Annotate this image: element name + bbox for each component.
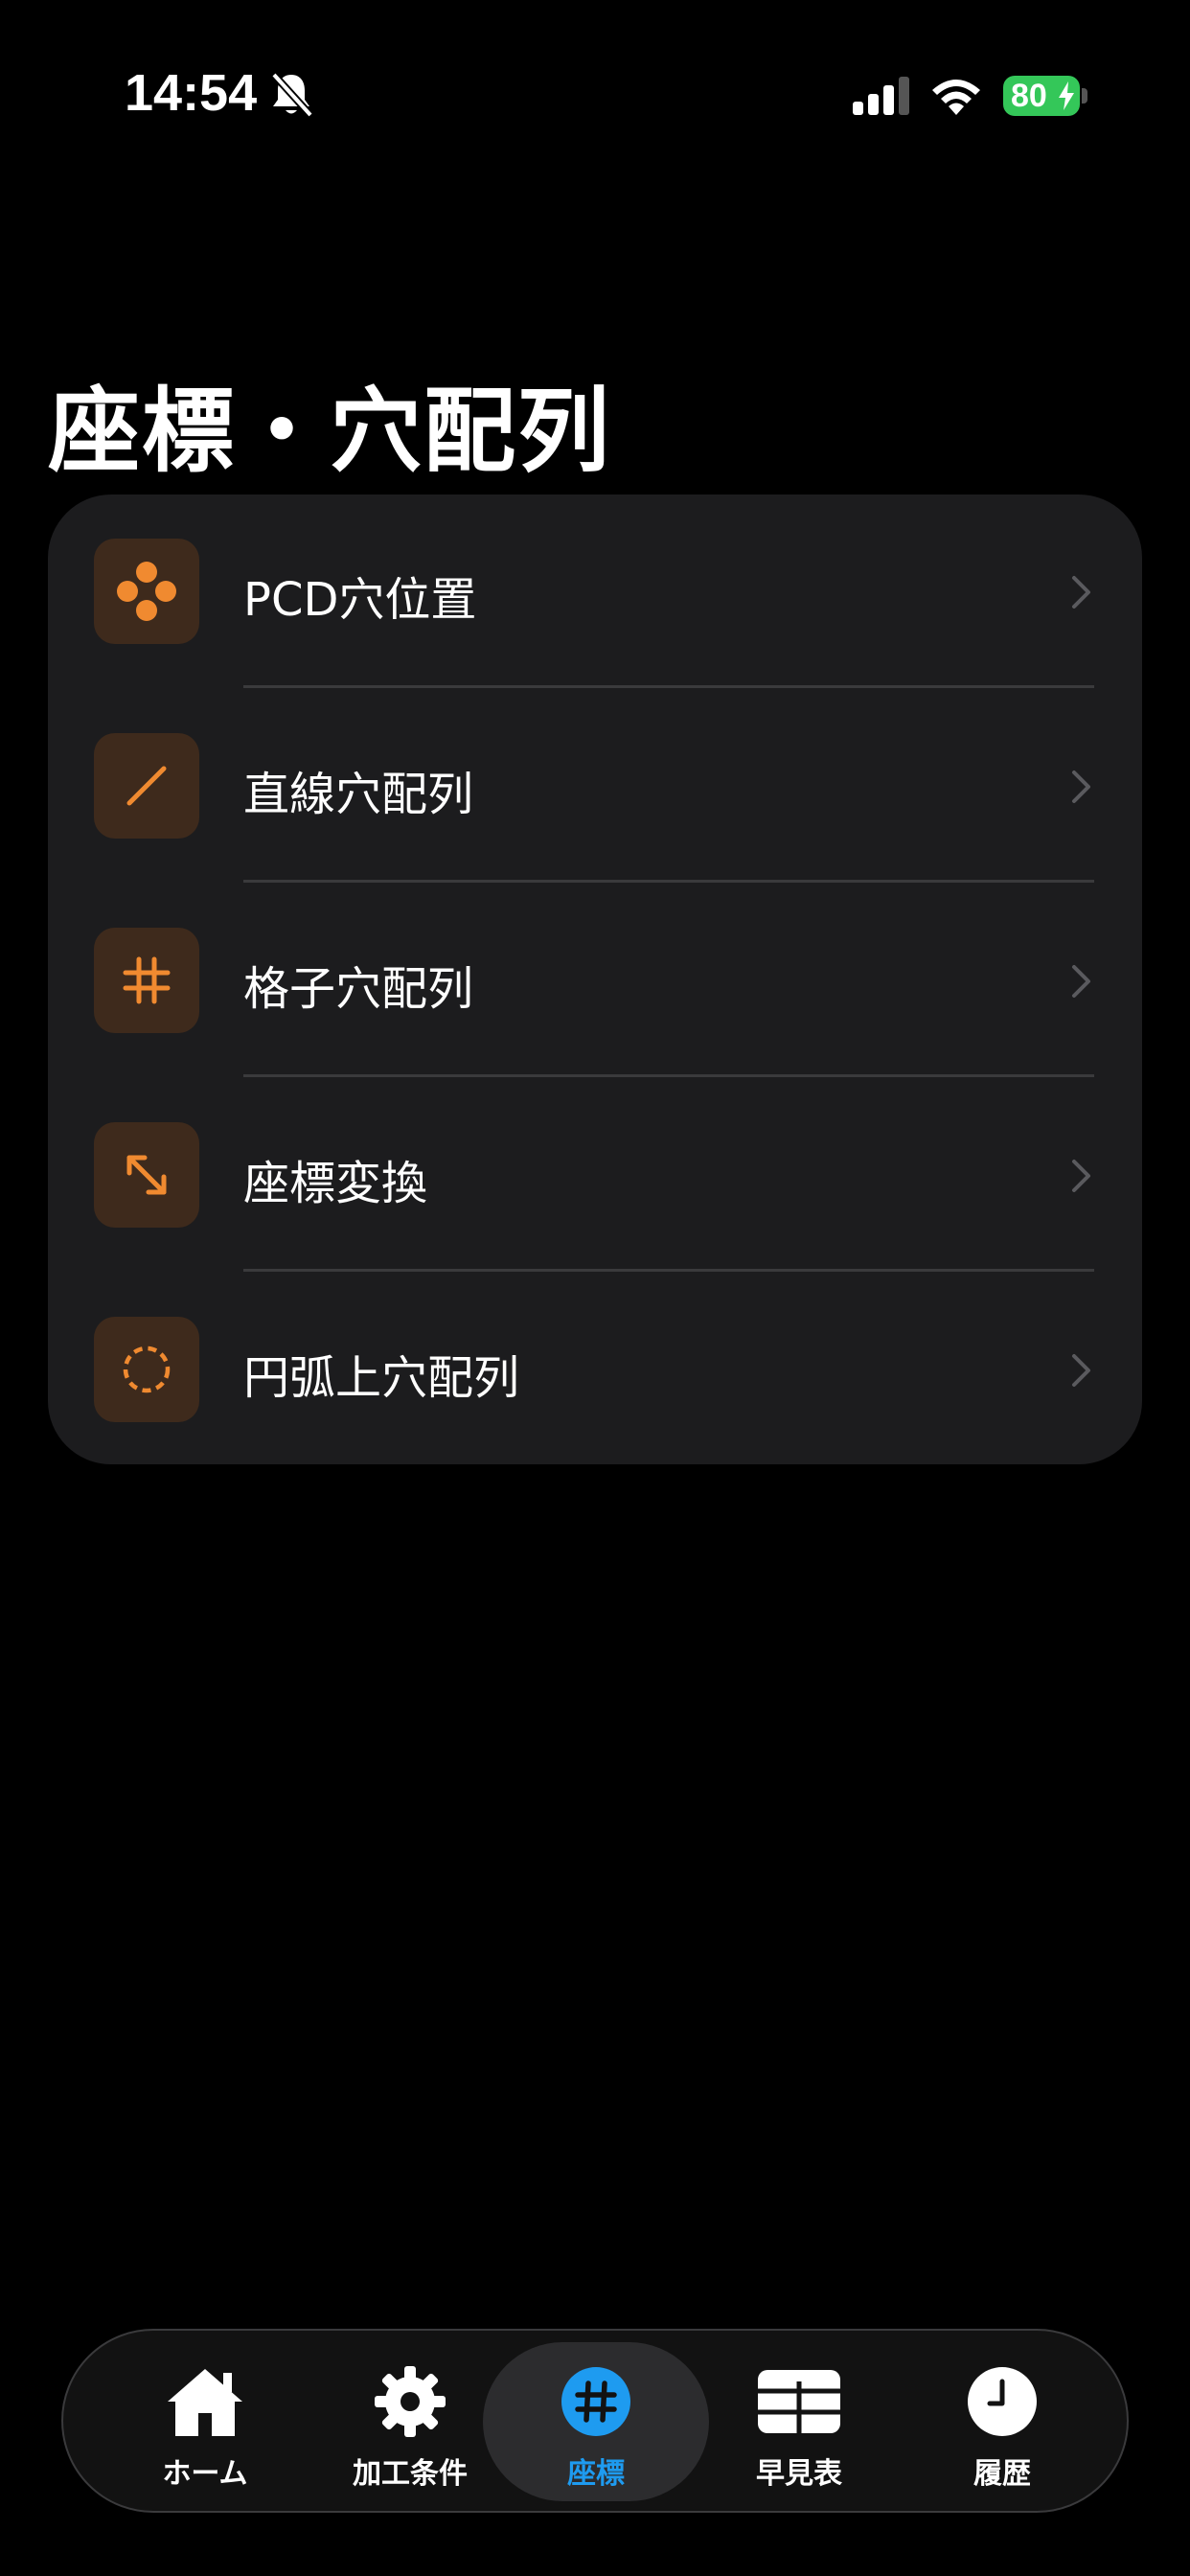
list-item-pcd[interactable]: PCD穴位置 <box>48 494 1142 688</box>
gear-icon <box>375 2366 446 2437</box>
chevron-right-icon <box>1072 1354 1090 1387</box>
tab-label: 履歴 <box>973 2457 1031 2491</box>
line-icon <box>94 733 199 839</box>
divider <box>243 880 1094 883</box>
number-sign-icon <box>561 2367 630 2436</box>
pcd-dots-icon <box>94 539 199 644</box>
divider <box>243 685 1094 688</box>
chevron-right-icon <box>1072 1160 1090 1192</box>
list-item-transform[interactable]: 座標変換 <box>48 1078 1142 1272</box>
tab-label: 加工条件 <box>353 2457 468 2491</box>
divider <box>243 1074 1094 1077</box>
charging-bolt-icon <box>1059 81 1074 110</box>
tab-bar: ホーム 加工条件 座標 早見表 履歴 <box>61 2329 1129 2513</box>
expand-arrows-icon <box>94 1122 199 1228</box>
tab-coordinates[interactable]: 座標 <box>483 2342 709 2501</box>
dashed-circle-icon <box>94 1317 199 1422</box>
wifi-icon <box>932 80 980 115</box>
page-title: 座標・穴配列 <box>48 378 611 485</box>
divider <box>243 1269 1094 1272</box>
tab-label: 早見表 <box>756 2457 842 2491</box>
chevron-right-icon <box>1072 576 1090 609</box>
status-time: 14:54 <box>125 64 258 122</box>
list-item-grid[interactable]: 格子穴配列 <box>48 884 1142 1077</box>
list-item-linear[interactable]: 直線穴配列 <box>48 689 1142 883</box>
grid-hash-icon <box>94 928 199 1033</box>
battery-cap <box>1082 88 1087 104</box>
tab-history[interactable]: 履歴 <box>889 2342 1115 2501</box>
list-item-label: 直線穴配列 <box>243 768 474 821</box>
screen: 14:54 80 座標・穴配列 PCD穴位置 直線穴配列 格子穴配列 座標変換 … <box>0 0 1190 2576</box>
list-item-label: PCD穴位置 <box>243 573 477 627</box>
battery-level: 80 <box>1011 77 1047 114</box>
cellular-signal-icon <box>853 77 909 115</box>
house-icon <box>168 2369 242 2436</box>
tools-list: PCD穴位置 直線穴配列 格子穴配列 座標変換 円弧上穴配列 <box>48 494 1142 1464</box>
table-icon <box>758 2370 840 2433</box>
list-item-label: 円弧上穴配列 <box>243 1351 520 1405</box>
chevron-right-icon <box>1072 965 1090 998</box>
bell-muted-icon <box>271 72 313 118</box>
tab-label: 座標 <box>567 2457 625 2491</box>
chevron-right-icon <box>1072 770 1090 803</box>
list-item-label: 格子穴配列 <box>243 962 474 1016</box>
battery-indicator: 80 <box>1003 76 1080 116</box>
clock-icon <box>968 2367 1037 2436</box>
tab-home[interactable]: ホーム <box>92 2342 318 2501</box>
list-item-label: 座標変換 <box>243 1157 428 1210</box>
tab-reference-table[interactable]: 早見表 <box>686 2342 912 2501</box>
tab-label: ホーム <box>162 2457 248 2491</box>
list-item-arc[interactable]: 円弧上穴配列 <box>48 1273 1142 1464</box>
